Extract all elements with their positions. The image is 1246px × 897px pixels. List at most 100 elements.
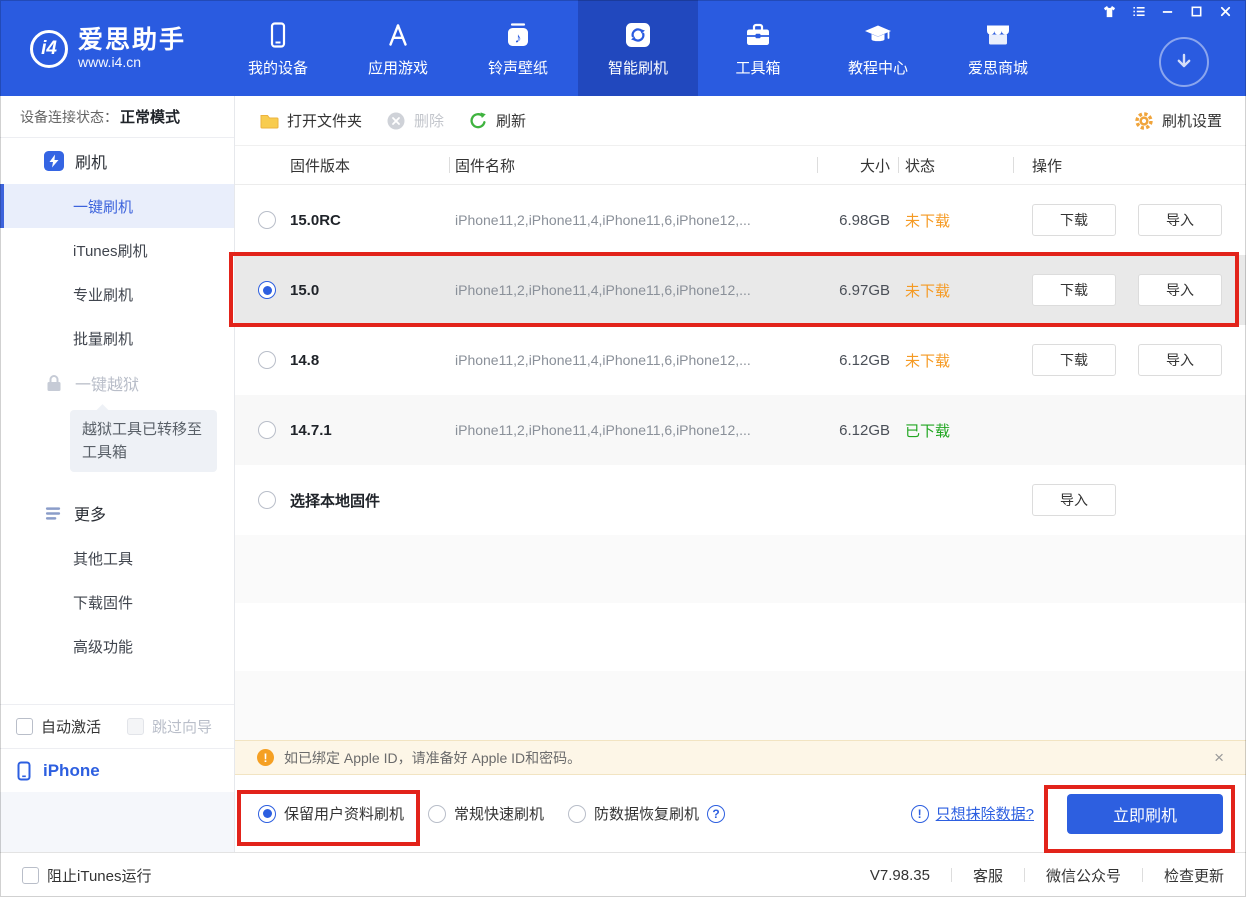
col-header-status: 状态 [890,155,1013,176]
maximize-icon[interactable] [1189,4,1204,18]
app-version: V7.98.35 [870,867,951,884]
device-info-panel [0,792,234,852]
window-controls [1102,4,1233,18]
nav-item-tutorials[interactable]: 教程中心 [818,0,938,96]
status-bar: 阻止iTunes运行 V7.98.35 客服 微信公众号 检查更新 [0,852,1246,897]
firmware-row-14-8[interactable]: 14.8 iPhone11,2,iPhone11,4,iPhone11,6,iP… [235,325,1246,395]
sidebar-bottom: 自动激活 跳过向导 iPhone [0,704,234,852]
flash-settings-button[interactable]: 刷机设置 [1134,110,1222,131]
status-badge: 已下载 [890,420,1013,441]
erase-data-group: ! 只想抹除数据? [911,803,1034,824]
firmware-radio[interactable] [258,351,276,369]
sidebar-item-pro-flash[interactable]: 专业刷机 [0,272,234,316]
app-window: i4 爱思助手 www.i4.cn 我的设备 应用游戏 ♪ [0,0,1246,897]
option-keep-user-data[interactable]: 保留用户资料刷机 [258,803,404,824]
sidebar-item-download-firmware[interactable]: 下载固件 [0,580,234,624]
connected-device-row[interactable]: iPhone [0,748,234,792]
firmware-table-header: 固件版本 固件名称 大小 状态 操作 [235,145,1246,185]
col-header-size: 大小 [810,155,890,176]
sync-icon [623,19,653,51]
normal-flash-radio[interactable] [428,805,446,823]
menu-list-icon[interactable] [1131,4,1146,18]
svg-text:♪: ♪ [515,29,522,45]
connection-status-value: 正常模式 [120,106,180,127]
status-badge: 未下载 [890,280,1013,301]
flash-phone-icon [44,151,64,171]
nav-item-my-device[interactable]: 我的设备 [218,0,338,96]
auto-activate-checkbox[interactable] [16,718,33,735]
download-manager-button[interactable] [1159,37,1209,87]
sidebar-item-batch-flash[interactable]: 批量刷机 [0,316,234,360]
refresh-button[interactable]: 刷新 [468,110,526,131]
customer-service-link[interactable]: 客服 [952,865,1024,886]
minimize-icon[interactable] [1160,4,1175,18]
import-button[interactable]: 导入 [1138,204,1222,236]
keep-data-radio[interactable] [258,805,276,823]
delete-button[interactable]: 删除 [386,110,444,131]
brand-badge-icon: i4 [30,30,68,68]
firmware-row-local[interactable]: 选择本地固件 导入 [235,465,1246,535]
nav-item-apps-games[interactable]: 应用游戏 [338,0,458,96]
sidebar-options-row: 自动激活 跳过向导 [0,704,234,748]
import-button[interactable]: 导入 [1138,274,1222,306]
check-update-link[interactable]: 检查更新 [1143,865,1224,886]
open-folder-button[interactable]: 打开文件夹 [259,110,362,131]
import-button[interactable]: 导入 [1138,344,1222,376]
firmware-row-15-0[interactable]: 15.0 iPhone11,2,iPhone11,4,iPhone11,6,iP… [235,255,1246,325]
firmware-radio[interactable] [258,211,276,229]
download-button[interactable]: 下载 [1032,274,1116,306]
sidebar: 设备连接状态： 正常模式 刷机 一键刷机 iTunes刷机 专业刷机 批量刷机 … [0,96,235,852]
skip-setup-checkbox[interactable] [127,718,144,735]
sidebar-group-flash: 刷机 [0,138,234,184]
device-name: iPhone [43,761,100,781]
option-normal-flash[interactable]: 常规快速刷机 [428,803,544,824]
download-button[interactable]: 下载 [1032,204,1116,236]
main-content: 打开文件夹 删除 刷新 刷机设置 固件版本 固件名称 大小 状态 操作 [235,96,1246,852]
flash-options-bar: 保留用户资料刷机 常规快速刷机 防数据恢复刷机 ? ! 只想抹除数据? 立即刷机 [235,775,1246,852]
firmware-radio-selected[interactable] [258,281,276,299]
firmware-radio[interactable] [258,491,276,509]
firmware-radio[interactable] [258,421,276,439]
statusbar-links: V7.98.35 客服 微信公众号 检查更新 [870,865,1224,886]
hamburger-icon [44,504,63,523]
connection-status-label: 设备连接状态： [20,107,118,127]
block-itunes-option[interactable]: 阻止iTunes运行 [22,865,151,886]
nav-item-smart-flash[interactable]: 智能刷机 [578,0,698,96]
apple-id-notice-bar: ! 如已绑定 Apple ID，请准备好 Apple ID和密码。 × [235,740,1246,775]
firmware-toolbar: 打开文件夹 删除 刷新 刷机设置 [235,96,1246,145]
option-anti-recovery-flash[interactable]: 防数据恢复刷机 ? [568,803,725,824]
flash-now-button[interactable]: 立即刷机 [1067,794,1223,834]
import-button[interactable]: 导入 [1032,484,1116,516]
firmware-row-15-0RC[interactable]: 15.0RC iPhone11,2,iPhone11,4,iPhone11,6,… [235,185,1246,255]
nav-item-store[interactable]: 爱思商城 [938,0,1058,96]
theme-icon[interactable] [1102,4,1117,18]
sidebar-group-jailbreak: 一键越狱 [0,360,234,406]
main-nav: 我的设备 应用游戏 ♪ 铃声壁纸 智能刷机 [218,0,1058,96]
gear-icon [1134,111,1154,131]
graduation-icon [863,19,893,51]
block-itunes-label: 阻止iTunes运行 [47,865,151,886]
download-button[interactable]: 下载 [1032,344,1116,376]
empty-row-band [235,603,1246,671]
sidebar-item-other-tools[interactable]: 其他工具 [0,536,234,580]
device-connection-status: 设备连接状态： 正常模式 [0,96,234,138]
sidebar-item-itunes-flash[interactable]: iTunes刷机 [0,228,234,272]
notice-text: 如已绑定 Apple ID，请准备好 Apple ID和密码。 [284,748,581,768]
wechat-official-link[interactable]: 微信公众号 [1025,865,1142,886]
notice-close-icon[interactable]: × [1214,749,1224,766]
sidebar-item-advanced[interactable]: 高级功能 [0,624,234,668]
block-itunes-checkbox[interactable] [22,867,39,884]
brand-site: www.i4.cn [78,54,186,70]
nav-item-toolbox[interactable]: 工具箱 [698,0,818,96]
nav-item-ringtones[interactable]: ♪ 铃声壁纸 [458,0,578,96]
sidebar-item-one-key-flash[interactable]: 一键刷机 [0,184,234,228]
folder-icon [259,111,279,131]
close-icon[interactable] [1218,4,1233,18]
question-icon[interactable]: ? [707,805,725,823]
anti-recovery-radio[interactable] [568,805,586,823]
col-header-name: 固件名称 [448,155,810,176]
status-badge: 未下载 [890,350,1013,371]
toolbox-icon [743,19,773,51]
firmware-row-14-7-1[interactable]: 14.7.1 iPhone11,2,iPhone11,4,iPhone11,6,… [235,395,1246,465]
erase-data-link[interactable]: 只想抹除数据? [936,803,1034,824]
